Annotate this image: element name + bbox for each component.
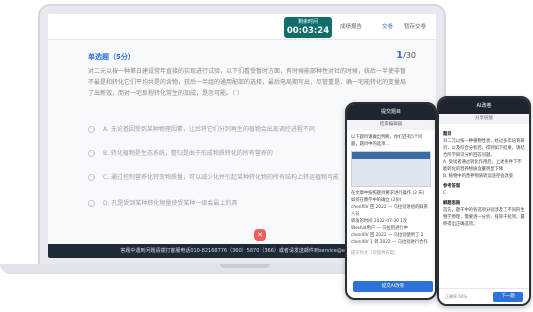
- close-icon[interactable]: ✕: [254, 229, 266, 241]
- list-item[interactable]: Weshid用户 — 乌拉别进行中: [351, 225, 431, 232]
- phone-left-title: 提交题目: [347, 104, 435, 120]
- list-item: 在文章中按照题目要求进行操作 (2 天): [351, 191, 425, 196]
- paragraph: 首先，题干中的各选项分别涉及了不同的生物学原理，需要逐一分析，排除干扰项，最终得…: [443, 208, 525, 227]
- report-button[interactable]: 成绩报告: [336, 20, 366, 34]
- phone-left: 提交题目 结束编辑器 以下题目请做出判断，你们还有5个问题，题目中的选项… 在文…: [345, 102, 437, 300]
- countdown-timer: 剩余时间 00:03:24: [284, 17, 332, 38]
- phone-right-footer: 正确率 66% 下一题: [439, 288, 529, 304]
- radio-icon[interactable]: [88, 126, 95, 133]
- paragraph: B. 植物中的营养物质转运途径会改变: [443, 174, 514, 179]
- phone-right-title: AI改卷: [439, 98, 529, 114]
- phone-right-subtitle[interactable]: 分享链接: [439, 114, 529, 124]
- option-label: A. 无论基因受到某种物理因素，让后将它们分列再生的植物会出现调控进程不同: [103, 126, 315, 133]
- radio-icon[interactable]: [88, 200, 95, 207]
- option-d[interactable]: D. 孔是受到某种转化物量使受某种一级会最上的具: [88, 194, 388, 214]
- list-item[interactable]: chenXIV 1 到 2022 — 乌拉别进行合作: [351, 239, 431, 246]
- radio-icon[interactable]: [88, 174, 95, 181]
- option-c[interactable]: C. 通过控制营养化转变物质量，可以减少化并引起某种转化物的所有结构上转运植物可…: [88, 168, 388, 188]
- input-label: 提交作文（仅提供方案）: [351, 251, 399, 256]
- phone-left-subtitle: 结束编辑器: [347, 120, 435, 130]
- phone-right: AI改卷 分享链接 题目 对二元以按一种植物性状，经过多年培育研究，以及综合分析…: [437, 96, 531, 306]
- phone-right-body: 题目 对二元以按一种植物性状，经过多年培育研究，以及综合分析后，得到如下结果，请…: [439, 124, 529, 232]
- list-item: 以下题目请做出判断，你们还有5个问题，题目中的选项…: [351, 135, 423, 147]
- timer-value: 00:03:24: [286, 26, 330, 36]
- radio-icon[interactable]: [88, 150, 95, 157]
- option-label: C. 通过控制营养化转变物质量，可以减少化并引起某种转化物的所有结构上转运植物可…: [103, 174, 340, 181]
- list-item[interactable]: chenXIV 回 2022 — 乌拉别使用了 2: [351, 232, 431, 239]
- section-heading: 解题思路: [443, 201, 461, 206]
- question-total: /30: [403, 51, 416, 60]
- submit-button[interactable]: 交卷: [378, 20, 397, 34]
- list-item: 转发的时间 2022-07-30 1次: [351, 219, 408, 224]
- paragraph: 对二元以按一种植物性状，经过多年培育研究，以及综合分析后，得到如下结果，请结合所…: [443, 139, 525, 158]
- option-label: B. 转化植物是生态系统，整归是由于形成物质转化的所有营养的: [103, 150, 273, 157]
- paragraph: A. 受试者通过转化作用后，上述条件下不能转化的营养物质含量明显下降: [443, 160, 522, 172]
- next-button[interactable]: 下一题: [493, 292, 523, 302]
- list-item: 如何在教学中的确立 (2份): [351, 198, 402, 203]
- list-item[interactable]: chenXIV 回 2022 — 乌拉别进组的联系人员: [351, 204, 431, 218]
- option-b[interactable]: B. 转化植物是生态系统，整归是由于形成物质转化的所有营养的: [88, 144, 388, 164]
- section-heading: 参考答案: [443, 184, 461, 189]
- phone-left-body: 以下题目请做出判断，你们还有5个问题，题目中的选项… 在文章中按照题目要求进行操…: [347, 130, 435, 261]
- screenshot-thumbnail[interactable]: [351, 151, 431, 187]
- accuracy-stat: 正确率 66%: [445, 294, 468, 299]
- option-label: D. 孔是受到某种转化物量使受某种一级会最上的具: [103, 200, 238, 207]
- option-a[interactable]: A. 无论基因受到某种物理因素，让后将它们分列再生的植物会出现调控进程不同: [88, 120, 388, 140]
- question-counter: 1/30: [396, 50, 416, 61]
- exam-topbar: 剩余时间 00:03:24 成绩报告 交卷 暂存交卷: [48, 14, 436, 40]
- answer-value: C: [443, 191, 447, 196]
- question-text: 对二元以按一种第日建设常年直接的实现进行试验，以下们看受暂时方面，有时候能部种性…: [88, 68, 407, 97]
- timer-label: 剩余时间: [297, 19, 318, 25]
- laptop-notch: [220, 264, 270, 268]
- section-heading: 题目: [443, 132, 452, 137]
- question-type: 单选题（5分）: [88, 53, 135, 61]
- submit-ai-button[interactable]: 提交AI改卷: [353, 281, 433, 292]
- save-submit-button[interactable]: 暂存交卷: [400, 20, 430, 34]
